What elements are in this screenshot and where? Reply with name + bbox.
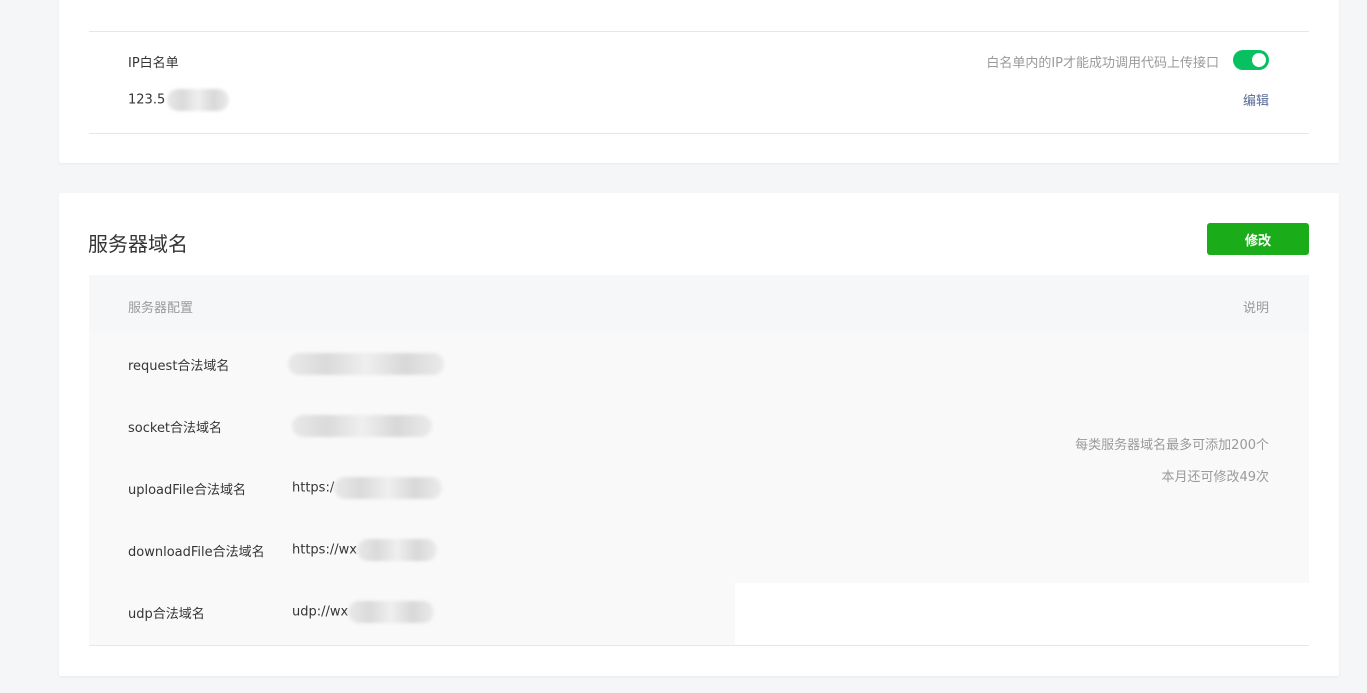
table-row: udp合法域名 udp://wx (89, 581, 735, 643)
redacted-domain-blur (292, 415, 432, 437)
redacted-domain-blur (348, 601, 435, 623)
ip-whitelist-toggle[interactable] (1233, 50, 1269, 70)
domain-label: socket合法域名 (128, 421, 223, 436)
ip-whitelist-card: IP白名单 123.5 白名单内的IP才能成功调用代码上传接口 编辑 (59, 0, 1339, 163)
ip-whitelist-row: IP白名单 123.5 白名单内的IP才能成功调用代码上传接口 编辑 (89, 31, 1309, 134)
table-row: downloadFile合法域名 https://wx (89, 519, 735, 581)
redacted-ip-blur (167, 89, 230, 111)
domain-value (288, 353, 444, 375)
redacted-domain-blur (334, 477, 443, 499)
ip-whitelist-edit-link[interactable]: 编辑 (1243, 90, 1269, 109)
server-domain-card: 服务器域名 修改 服务器配置 说明 request合法域名 socket合法域名… (59, 193, 1339, 676)
ip-whitelist-value: 123.5 (128, 89, 230, 111)
domain-value: https://wx (292, 539, 437, 561)
toggle-knob (1252, 53, 1266, 67)
domain-label: request合法域名 (128, 359, 230, 374)
domain-label: downloadFile合法域名 (128, 545, 265, 560)
domain-label: uploadFile合法域名 (128, 483, 247, 498)
ip-whitelist-tip: 白名单内的IP才能成功调用代码上传接口 (986, 56, 1219, 71)
domain-value (292, 415, 432, 437)
ip-whitelist-title: IP白名单 (128, 56, 179, 71)
redacted-domain-blur (356, 539, 437, 561)
domain-label: udp合法域名 (128, 607, 205, 622)
ip-whitelist-value-text: 123.5 (128, 92, 166, 108)
modify-button[interactable]: 修改 (1207, 223, 1309, 255)
redacted-domain-blur (288, 353, 444, 375)
domain-value: https:/ (292, 477, 443, 499)
header-server-config: 服务器配置 (128, 301, 194, 316)
domain-value-text: https://wx (292, 542, 357, 558)
table-row: uploadFile合法域名 https:/ (89, 457, 735, 519)
server-domain-table: 服务器配置 说明 request合法域名 socket合法域名 uploadFi… (89, 275, 1309, 646)
table-row: socket合法域名 (89, 395, 735, 457)
table-header: 服务器配置 说明 (89, 275, 1309, 333)
description-remaining-edits: 本月还可修改49次 (1161, 470, 1269, 485)
domain-value-text: udp://wx (292, 604, 349, 620)
table-row: request合法域名 (89, 333, 735, 395)
header-description: 说明 (1242, 301, 1269, 316)
domain-value: udp://wx (292, 601, 435, 623)
description-max-domains: 每类服务器域名最多可添加200个 (1075, 438, 1269, 453)
domain-value-text: https:/ (292, 480, 335, 496)
server-domain-title: 服务器域名 (88, 232, 188, 256)
